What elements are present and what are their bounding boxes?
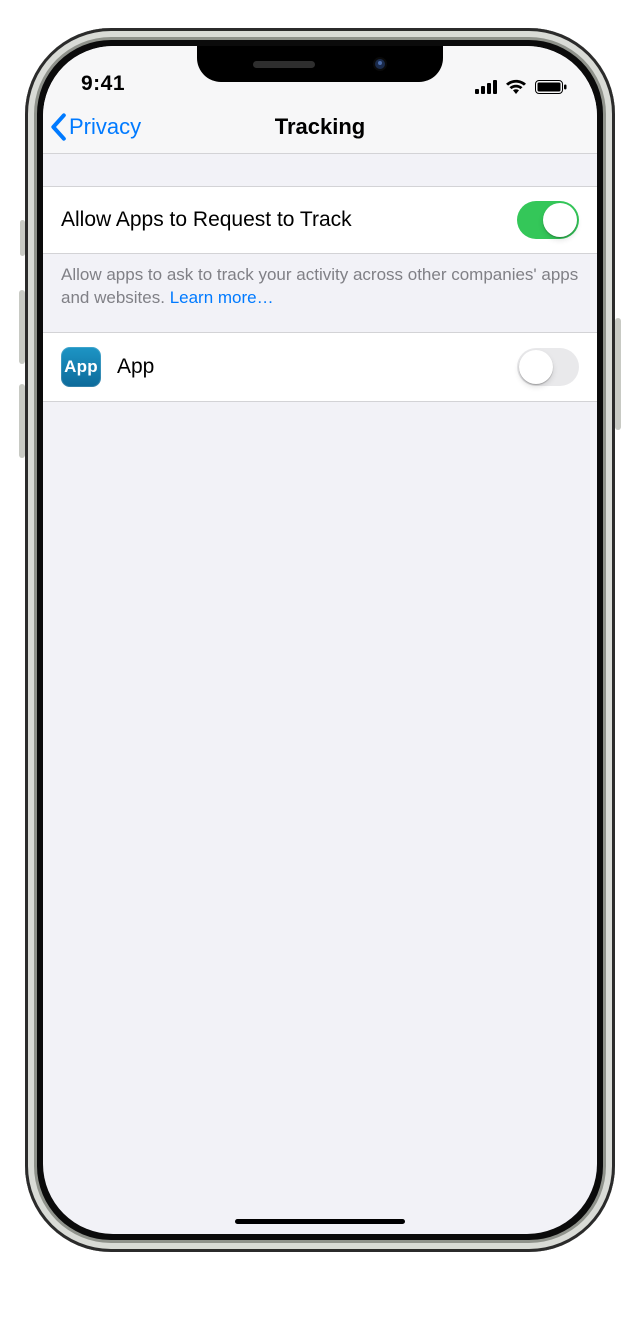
page-title: Tracking	[275, 114, 365, 140]
back-button[interactable]: Privacy	[49, 100, 141, 153]
app-name-label: App	[117, 355, 154, 379]
footer-text: Allow apps to ask to track your activity…	[61, 265, 578, 307]
screen: 9:41	[43, 46, 597, 1234]
back-button-label: Privacy	[69, 114, 141, 140]
content: Allow Apps to Request to Track Allow app…	[43, 154, 597, 402]
battery-icon	[535, 80, 567, 94]
section-footer: Allow apps to ask to track your activity…	[43, 254, 597, 332]
nav-bar: Privacy Tracking	[43, 100, 597, 154]
phone-frame: 9:41	[25, 28, 615, 1252]
wifi-icon	[505, 79, 527, 94]
speaker-grill	[253, 61, 315, 68]
power-button	[615, 318, 621, 430]
app-tracking-toggle[interactable]	[517, 348, 579, 386]
learn-more-link[interactable]: Learn more…	[170, 288, 274, 307]
status-time: 9:41	[81, 72, 125, 96]
chevron-left-icon	[49, 113, 67, 141]
app-row: App App	[43, 332, 597, 402]
volume-down-button	[19, 384, 25, 458]
allow-apps-to-track-toggle[interactable]	[517, 201, 579, 239]
allow-apps-to-track-label: Allow Apps to Request to Track	[61, 208, 352, 232]
app-icon: App	[61, 347, 101, 387]
front-camera	[373, 57, 387, 71]
cellular-icon	[475, 80, 497, 94]
mute-switch	[20, 220, 25, 256]
home-indicator[interactable]	[235, 1219, 405, 1224]
allow-apps-to-track-row: Allow Apps to Request to Track	[43, 186, 597, 254]
notch	[197, 46, 443, 82]
volume-up-button	[19, 290, 25, 364]
status-icons	[475, 79, 567, 96]
